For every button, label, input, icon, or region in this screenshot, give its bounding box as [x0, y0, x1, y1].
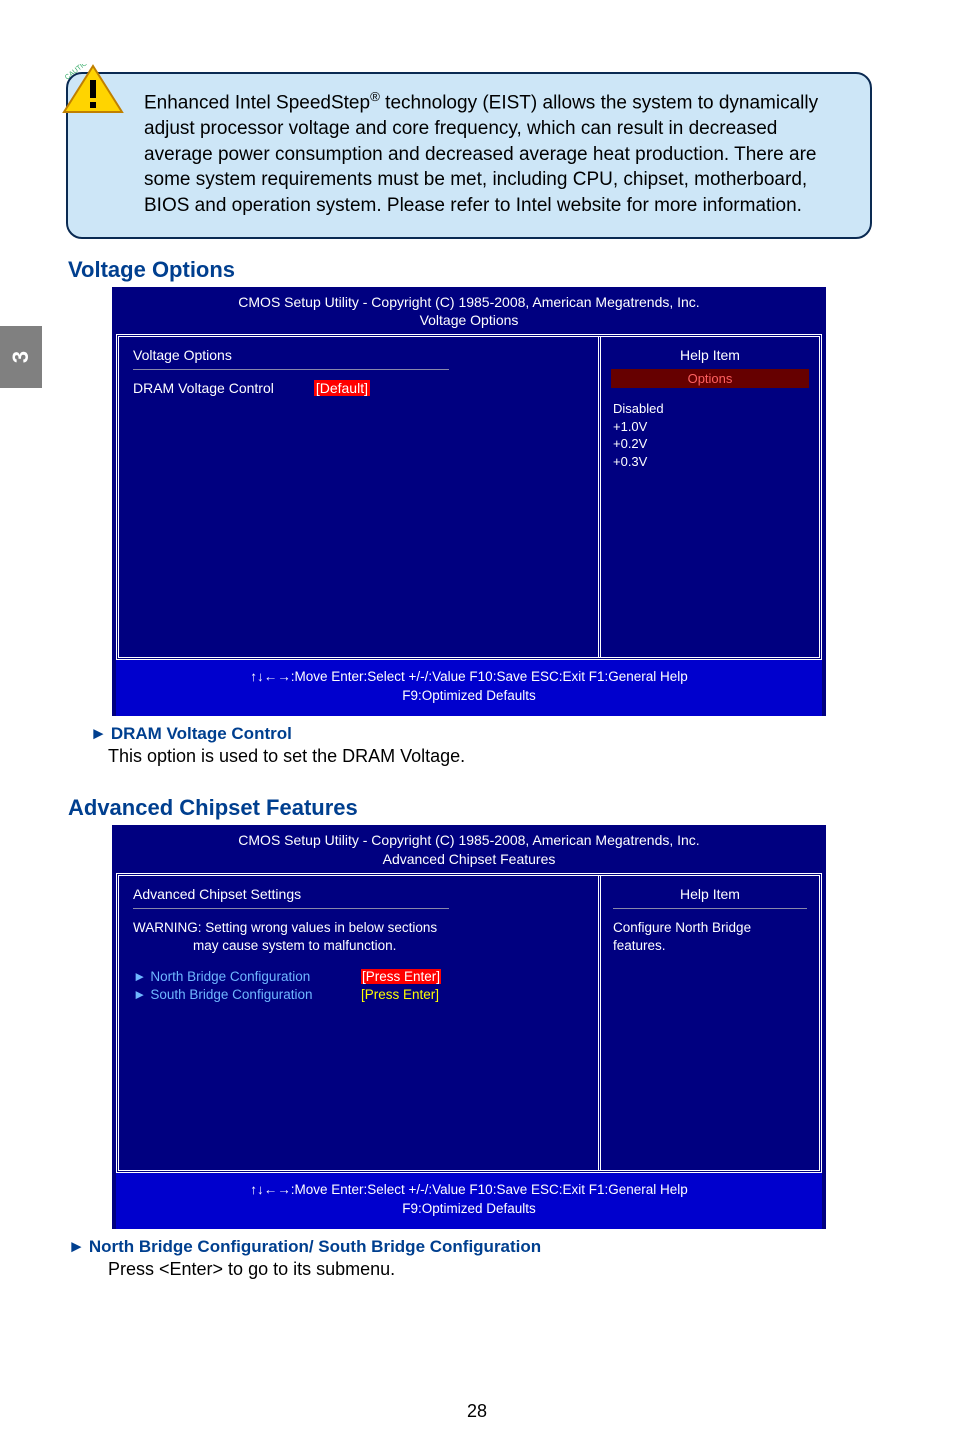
north-bridge-label: ► North Bridge Configuration [133, 969, 343, 984]
bios-left-title: Voltage Options [133, 347, 584, 363]
bios2-left-title: Advanced Chipset Settings [133, 886, 584, 902]
dram-voltage-label: DRAM Voltage Control [133, 380, 274, 396]
bridge-config-heading: ►North Bridge Configuration/ South Bridg… [68, 1237, 872, 1257]
section-voltage-options-title: Voltage Options [68, 257, 872, 283]
bios2-footer-line1: ↑↓←→:Move Enter:Select +/-/:Value F10:Sa… [128, 1181, 810, 1200]
triangle-icon: ► [68, 1237, 85, 1256]
bios2-header-line1: CMOS Setup Utility - Copyright (C) 1985-… [112, 831, 826, 850]
option-2: +0.2V [613, 435, 807, 453]
caution-box: CAUTION Enhanced Intel SpeedStep® techno… [66, 72, 872, 239]
bridge-config-desc: Press <Enter> to go to its submenu. [108, 1259, 872, 1280]
help-text: Configure North Bridge features. [613, 919, 807, 955]
bios2-header-line2: Advanced Chipset Features [112, 850, 826, 869]
triangle-icon: ► [90, 724, 107, 743]
bios2-help-panel: Help Item Configure North Bridge feature… [601, 876, 819, 1170]
triangle-icon: ► [133, 987, 146, 1002]
options-header: Options [611, 369, 809, 388]
page-number: 28 [0, 1401, 954, 1422]
triangle-icon: ► [133, 969, 146, 984]
south-bridge-label: ► South Bridge Configuration [133, 987, 343, 1002]
bios-footer-line2: F9:Optimized Defaults [128, 687, 810, 706]
caution-text: Enhanced Intel SpeedStep® technology (EI… [144, 88, 842, 219]
caution-icon: CAUTION [62, 64, 124, 116]
section-advanced-chipset-title: Advanced Chipset Features [68, 795, 872, 821]
bios2-left-panel: Advanced Chipset Settings WARNING: Setti… [119, 876, 601, 1170]
bios-voltage-options-screen: CMOS Setup Utility - Copyright (C) 1985-… [112, 287, 826, 717]
option-disabled: Disabled [613, 400, 807, 418]
dram-voltage-control-heading: ►DRAM Voltage Control [90, 724, 872, 744]
help-item-title: Help Item [613, 347, 807, 363]
option-1: +1.0V [613, 418, 807, 436]
bios2-footer: ↑↓←→:Move Enter:Select +/-/:Value F10:Sa… [116, 1173, 822, 1229]
bios2-footer-line2: F9:Optimized Defaults [128, 1200, 810, 1219]
bios-help-panel: Help Item Options Disabled +1.0V +0.2V +… [601, 337, 819, 657]
bios-header-line1: CMOS Setup Utility - Copyright (C) 1985-… [112, 293, 826, 312]
dram-voltage-control-title: DRAM Voltage Control [111, 724, 292, 743]
caution-text-part1: Enhanced Intel SpeedStep [144, 92, 370, 113]
warning-line2: may cause system to malfunction. [133, 937, 584, 955]
registered-symbol: ® [370, 89, 380, 104]
bios-header: CMOS Setup Utility - Copyright (C) 1985-… [112, 287, 826, 335]
divider [133, 369, 449, 370]
south-bridge-text: South Bridge Configuration [150, 987, 312, 1002]
dram-voltage-value: [Default] [314, 380, 370, 396]
divider [613, 908, 807, 909]
south-bridge-value: [Press Enter] [361, 987, 439, 1002]
bridge-config-title: North Bridge Configuration/ South Bridge… [89, 1237, 541, 1256]
help-item-title-2: Help Item [613, 886, 807, 902]
bios-left-panel: Voltage Options DRAM Voltage Control [De… [119, 337, 601, 657]
warning-line1: WARNING: Setting wrong values in below s… [133, 919, 584, 937]
chapter-tab: 3 [0, 326, 42, 388]
divider [133, 908, 449, 909]
bios-warning: WARNING: Setting wrong values in below s… [133, 919, 584, 955]
north-bridge-text: North Bridge Configuration [150, 969, 310, 984]
bios-advanced-chipset-screen: CMOS Setup Utility - Copyright (C) 1985-… [112, 825, 826, 1229]
bios-footer-line1: ↑↓←→:Move Enter:Select +/-/:Value F10:Sa… [128, 668, 810, 687]
option-3: +0.3V [613, 453, 807, 471]
bios-header-line2: Voltage Options [112, 311, 826, 330]
dram-voltage-control-desc: This option is used to set the DRAM Volt… [108, 746, 872, 767]
bios-header-2: CMOS Setup Utility - Copyright (C) 1985-… [112, 825, 826, 873]
bios-footer: ↑↓←→:Move Enter:Select +/-/:Value F10:Sa… [116, 660, 822, 716]
north-bridge-value: [Press Enter] [361, 969, 441, 984]
options-list: Disabled +1.0V +0.2V +0.3V [613, 400, 807, 470]
chapter-number: 3 [8, 351, 34, 363]
